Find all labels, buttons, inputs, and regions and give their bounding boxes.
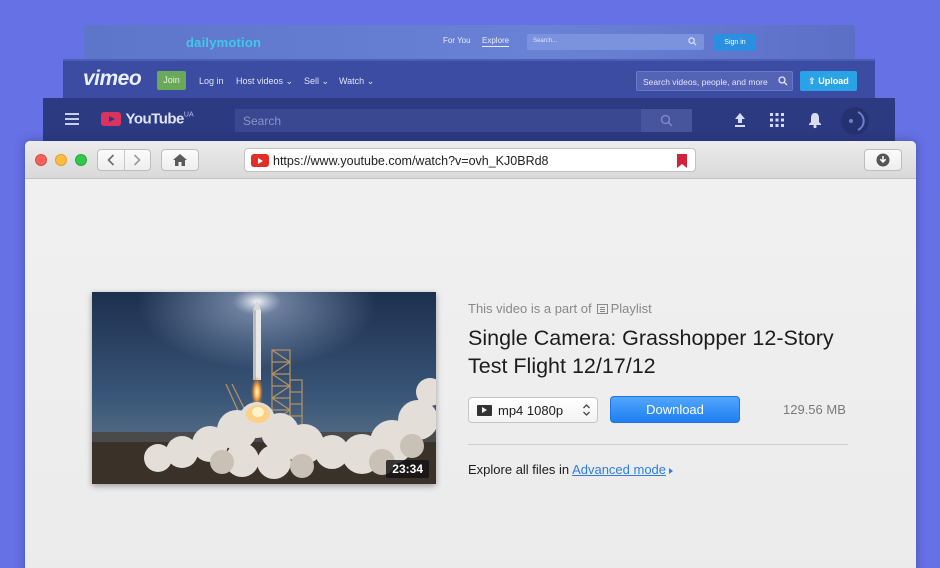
playlist-info: This video is a part of Playlist <box>468 301 652 316</box>
dm-search-input[interactable]: Search... <box>527 34 704 50</box>
dm-nav-for-you[interactable]: For You <box>443 36 471 45</box>
upload-icon: ⇧ <box>808 76 816 86</box>
youtube-search-input[interactable]: Search <box>235 109 641 132</box>
search-icon <box>688 37 697 46</box>
video-thumbnail[interactable]: 23:34 <box>92 292 436 484</box>
vimeo-watch-menu[interactable]: Watch ⌄ <box>339 76 374 87</box>
search-icon <box>778 76 788 86</box>
home-icon <box>173 154 187 166</box>
search-icon <box>660 114 673 127</box>
dm-nav-explore[interactable]: Explore <box>482 36 510 47</box>
vimeo-window: vimeo Join Log in Host videos ⌄ Sell ⌄ W… <box>63 59 875 100</box>
format-dropdown[interactable]: mp4 1080p <box>468 397 598 423</box>
file-size: 129.56 MB <box>783 402 846 417</box>
format-selected-value: mp4 1080p <box>498 402 564 418</box>
avatar-icon <box>849 111 865 131</box>
hamburger-menu-icon[interactable] <box>65 113 79 125</box>
minimize-window-button[interactable] <box>55 154 67 166</box>
apps-grid-icon[interactable] <box>768 111 786 129</box>
divider <box>468 444 848 445</box>
vimeo-logo: vimeo <box>83 67 142 90</box>
chevron-down-icon: ⌄ <box>285 76 294 86</box>
upload-icon[interactable] <box>731 111 749 129</box>
home-button[interactable] <box>161 149 199 171</box>
chevron-down-icon: ⌄ <box>321 76 330 86</box>
vimeo-sell-menu[interactable]: Sell ⌄ <box>304 76 329 87</box>
youtube-play-icon <box>101 111 121 126</box>
back-button[interactable] <box>98 150 125 170</box>
vimeo-join-button[interactable]: Join <box>157 71 186 90</box>
vimeo-host-videos-menu[interactable]: Host videos ⌄ <box>236 76 293 87</box>
video-duration-badge: 23:34 <box>386 460 429 478</box>
youtube-search-button[interactable] <box>641 109 692 132</box>
video-title: Single Camera: Grasshopper 12-Story Test… <box>468 326 834 378</box>
browser-toolbar: https://www.youtube.com/watch?v=ovh_KJ0B… <box>25 141 916 179</box>
notification-bell-icon[interactable] <box>806 111 824 129</box>
youtube-window: YouTubeUA Search <box>43 98 895 143</box>
zoom-window-button[interactable] <box>75 154 87 166</box>
youtube-logo[interactable]: YouTubeUA <box>101 110 194 128</box>
dm-sign-in-button[interactable]: Sign in <box>714 34 756 51</box>
rocket-launch-image <box>92 292 436 484</box>
vimeo-search-input[interactable]: Search videos, people, and more <box>636 71 793 91</box>
playlist-link[interactable]: Playlist <box>611 301 652 316</box>
playlist-icon <box>596 303 608 314</box>
history-navigation <box>97 149 151 171</box>
forward-button[interactable] <box>125 150 151 170</box>
url-text: https://www.youtube.com/watch?v=ovh_KJ0B… <box>273 154 549 168</box>
vimeo-log-in-link[interactable]: Log in <box>199 76 224 86</box>
download-button[interactable]: Download <box>610 396 740 423</box>
chevron-left-icon <box>107 154 114 166</box>
youtube-favicon-icon <box>251 154 269 167</box>
dailymotion-logo: dailymotion <box>186 35 262 50</box>
downloads-button[interactable] <box>864 149 902 171</box>
up-down-chevron-icon <box>583 404 590 416</box>
browser-window: https://www.youtube.com/watch?v=ovh_KJ0B… <box>25 141 916 568</box>
video-file-icon <box>477 404 492 416</box>
bookmark-icon[interactable] <box>677 154 687 168</box>
chevron-down-icon: ⌄ <box>366 76 375 86</box>
vimeo-upload-button[interactable]: ⇧ Upload <box>800 71 857 91</box>
address-bar[interactable]: https://www.youtube.com/watch?v=ovh_KJ0B… <box>244 148 696 172</box>
avatar[interactable] <box>841 107 869 135</box>
triangle-right-icon <box>669 467 674 474</box>
explore-files-line: Explore all files in Advanced mode <box>468 462 674 477</box>
chevron-right-icon <box>134 154 141 166</box>
close-window-button[interactable] <box>35 154 47 166</box>
download-circle-icon <box>876 153 890 167</box>
advanced-mode-link[interactable]: Advanced mode <box>572 462 666 477</box>
